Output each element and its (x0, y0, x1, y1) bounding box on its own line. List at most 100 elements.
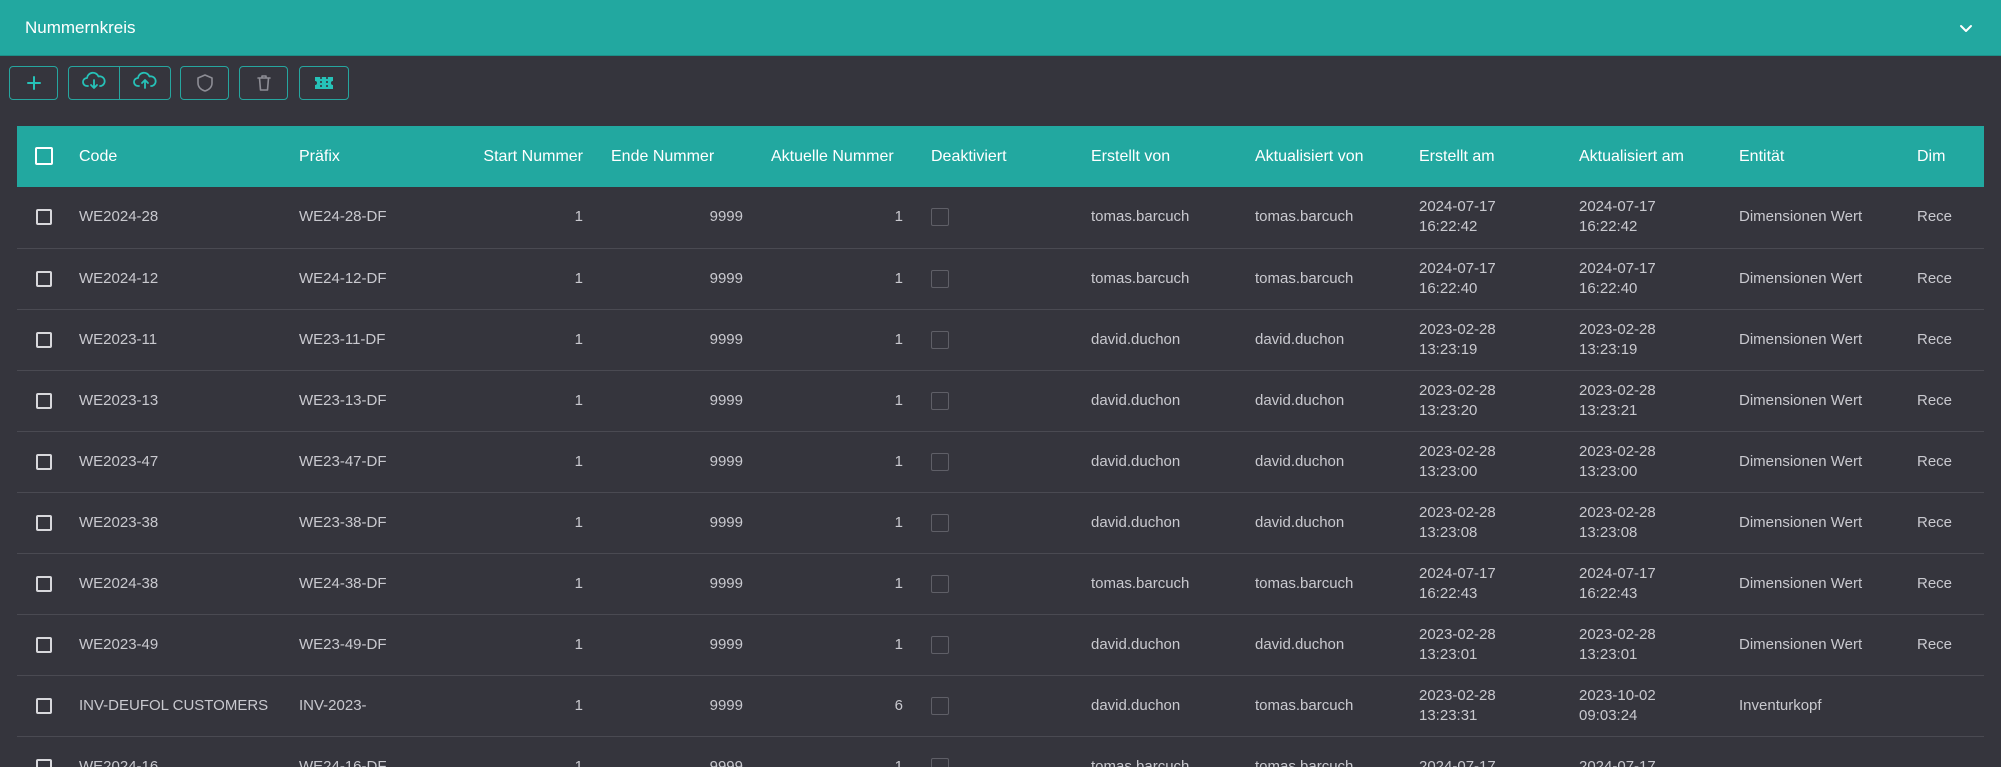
row-select-cell (17, 431, 71, 492)
row-checkbox[interactable] (36, 270, 52, 287)
column-header-code[interactable]: Code (71, 126, 291, 187)
cell-start: 1 (574, 208, 583, 226)
column-header-entity[interactable]: Entität (1719, 126, 1907, 187)
table-row[interactable]: WE2024-16 WE24-16-DF 1 9999 1 tomas.barcuch to… (17, 736, 1984, 767)
cell-created-by: tomas.barcuch (1091, 269, 1190, 287)
cell-disabled (911, 431, 1071, 492)
select-all-cell (17, 126, 71, 187)
row-checkbox[interactable] (36, 575, 52, 592)
cell-created-at: 2023-02-28 13:23:19 (1419, 320, 1496, 358)
cell-code: WE2023-11 (79, 330, 158, 348)
table-row[interactable]: WE2023-47 WE23-47-DF 1 9999 1 david.duchon dav… (17, 431, 1984, 492)
cell-disabled (911, 492, 1071, 553)
cell-created-by: david.duchon (1091, 635, 1181, 653)
disabled-checkbox (931, 452, 949, 471)
row-checkbox[interactable] (36, 636, 52, 653)
cell-created-at: 2024-07-17 16:22:43 (1419, 564, 1496, 602)
cell-prefix: WE23-38-DF (299, 513, 387, 531)
column-header-end[interactable]: Ende Nummer (591, 126, 751, 187)
disabled-checkbox (931, 391, 949, 410)
cell-dim: Rece (1917, 269, 1953, 287)
cell-code: WE2023-47 (79, 452, 159, 470)
table-row[interactable]: WE2023-38 WE23-38-DF 1 9999 1 david.duchon dav… (17, 492, 1984, 553)
cell-updated-by: tomas.barcuch (1255, 696, 1354, 714)
row-checkbox[interactable] (36, 392, 52, 409)
cell-code: WE2024-12 (79, 269, 159, 287)
column-header-dim[interactable]: Dim (1907, 126, 1984, 187)
cell-entity: Dimensionen Wert (1739, 635, 1863, 653)
download-button[interactable] (69, 67, 119, 99)
chevron-down-icon[interactable] (1957, 19, 1975, 37)
cell-created-by: david.duchon (1091, 330, 1181, 348)
row-checkbox[interactable] (36, 514, 52, 531)
upload-button[interactable] (119, 67, 170, 99)
cell-updated-at: 2024-07-17 (1579, 757, 1656, 767)
ticket-button[interactable] (299, 66, 349, 100)
cell-entity (1719, 736, 1907, 767)
cell-updated-by: david.duchon (1255, 513, 1345, 531)
table-row[interactable]: WE2023-13 WE23-13-DF 1 9999 1 david.duchon dav… (17, 370, 1984, 431)
cell-dim: Rece (1917, 635, 1953, 653)
cell-disabled (911, 614, 1071, 675)
cell-updated-at: 2023-02-28 13:23:01 (1579, 625, 1656, 663)
cell-created-at: 2023-02-28 13:23:01 (1419, 625, 1496, 663)
cell-current: 1 (894, 208, 903, 226)
column-header-disabled[interactable]: Deaktiviert (911, 126, 1071, 187)
table-row[interactable]: WE2024-12 WE24-12-DF 1 9999 1 tomas.barcuch to… (17, 248, 1984, 309)
cell-entity: Dimensionen Wert (1739, 208, 1863, 226)
disabled-checkbox (931, 330, 949, 349)
cell-updated-at: 2023-02-28 13:23:08 (1579, 503, 1656, 541)
cell-current: 1 (894, 513, 903, 531)
cell-current: 1 (894, 635, 903, 653)
row-checkbox[interactable] (36, 209, 52, 226)
column-header-created-at[interactable]: Erstellt am (1399, 126, 1559, 187)
row-checkbox[interactable] (36, 697, 52, 714)
table-row[interactable]: WE2023-11 WE23-11-DF 1 9999 1 david.duchon dav… (17, 309, 1984, 370)
cell-updated-by: tomas.barcuch (1255, 208, 1354, 226)
column-header-prefix[interactable]: Präfix (291, 126, 431, 187)
cell-dim (1907, 736, 1984, 767)
cell-code: WE2023-13 (79, 391, 159, 409)
cell-disabled (911, 187, 1071, 248)
permissions-button[interactable] (180, 66, 229, 100)
table-row[interactable]: WE2023-49 WE23-49-DF 1 9999 1 david.duchon dav… (17, 614, 1984, 675)
add-button[interactable] (9, 66, 58, 100)
panel-header[interactable]: Nummernkreis (0, 0, 2001, 56)
cell-end: 9999 (709, 391, 743, 409)
cell-start: 1 (574, 757, 583, 767)
cell-end: 9999 (709, 696, 743, 714)
cell-start: 1 (574, 696, 583, 714)
column-header-current[interactable]: Aktuelle Nummer (751, 126, 911, 187)
cell-created-at: 2024-07-17 16:22:42 (1419, 198, 1496, 236)
column-header-created-by[interactable]: Erstellt von (1071, 126, 1235, 187)
row-checkbox[interactable] (36, 453, 52, 470)
ticket-icon (313, 74, 335, 92)
cell-current: 1 (894, 330, 903, 348)
cell-updated-by: david.duchon (1255, 635, 1345, 653)
cell-disabled (911, 553, 1071, 614)
row-checkbox[interactable] (36, 331, 52, 348)
cell-created-at: 2023-02-28 13:23:08 (1419, 503, 1496, 541)
cell-code: WE2024-28 (79, 208, 159, 226)
cell-dim: Rece (1917, 208, 1953, 226)
cell-created-at: 2024-07-17 (1419, 757, 1496, 767)
cell-start: 1 (574, 574, 583, 592)
cell-current: 1 (894, 757, 903, 767)
table-row[interactable]: WE2024-38 WE24-38-DF 1 9999 1 tomas.barcuch to… (17, 553, 1984, 614)
cell-dim: Rece (1917, 330, 1953, 348)
row-checkbox[interactable] (36, 758, 52, 767)
cell-updated-at: 2023-02-28 13:23:00 (1579, 442, 1656, 480)
cell-code: WE2023-38 (79, 513, 159, 531)
column-header-updated-at[interactable]: Aktualisiert am (1559, 126, 1719, 187)
delete-button[interactable] (239, 66, 288, 100)
select-all-checkbox[interactable] (35, 147, 53, 166)
cell-end: 9999 (709, 635, 743, 653)
table-row[interactable]: WE2024-28 WE24-28-DF 1 9999 1 tomas.barcuch to… (17, 187, 1984, 248)
cell-prefix: WE23-49-DF (299, 635, 387, 653)
cell-prefix: WE23-11-DF (299, 330, 386, 348)
column-header-start[interactable]: Start Nummer (431, 126, 591, 187)
column-header-updated-by[interactable]: Aktualisiert von (1235, 126, 1399, 187)
table-row[interactable]: INV-DEUFOL CUSTOMERS INV-2023- 1 9999 6 david… (17, 675, 1984, 736)
cell-updated-by: david.duchon (1255, 452, 1345, 470)
cell-created-at: 2023-02-28 13:23:20 (1419, 381, 1496, 419)
